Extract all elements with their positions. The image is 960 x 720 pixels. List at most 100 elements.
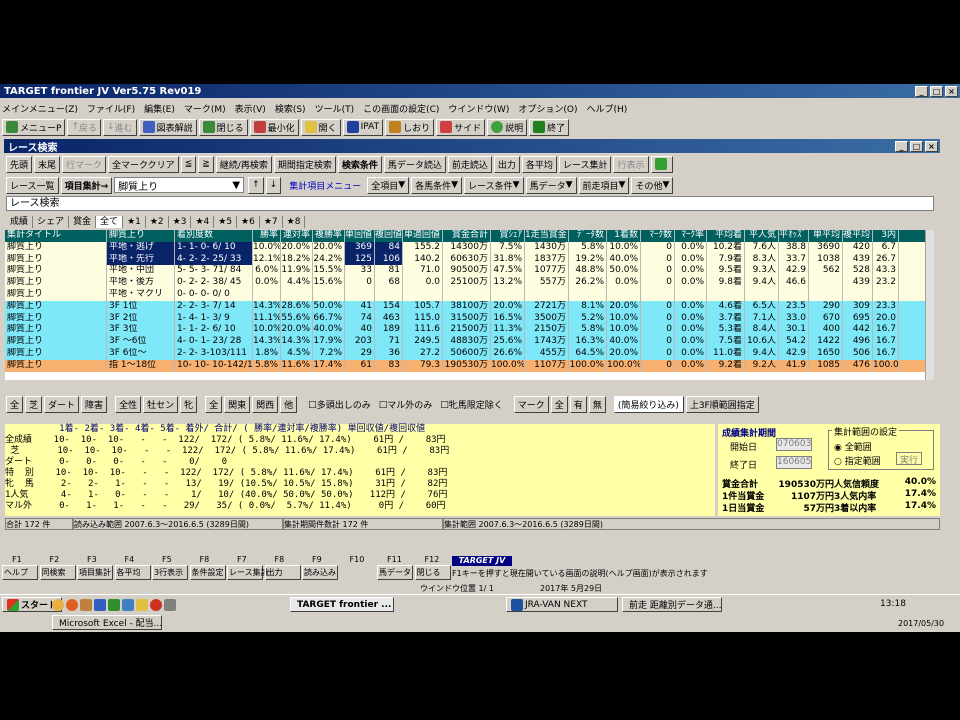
- toolbar-bookmark-button[interactable]: しおり: [385, 118, 435, 136]
- fkey-button[interactable]: レース集計: [227, 565, 269, 580]
- task-prev-race-data[interactable]: 前走 距離別データ通...: [622, 597, 722, 612]
- maximize-icon[interactable]: □: [930, 85, 943, 97]
- sub-maximize-icon[interactable]: □: [910, 140, 923, 152]
- race-total-button[interactable]: レース集計: [558, 155, 612, 173]
- explorer-icon[interactable]: [122, 599, 134, 611]
- next-button[interactable]: ≧: [198, 155, 214, 173]
- table-row[interactable]: 脚質上り 3F 6位～ 2- 2- 3-103/111 1.8% 4.5% 7.2% 29 3…: [5, 347, 933, 360]
- averages-button[interactable]: 各平均: [521, 155, 557, 173]
- item-total-button[interactable]: 項目集計→: [60, 176, 113, 194]
- table-row[interactable]: 脚質上り 平地・逃げ 1- 1- 0- 6/ 10 10.0% 20.0% 20.0% 36…: [5, 241, 933, 254]
- clear-marks-button[interactable]: 全マーククリア: [108, 155, 179, 173]
- tab-star4[interactable]: ★4: [191, 215, 215, 228]
- tab-star3[interactable]: ★3: [169, 215, 192, 228]
- item-select[interactable]: 脚質上り ▼: [114, 177, 245, 193]
- toolbar-back-button[interactable]: ↑ 戻る: [67, 118, 101, 136]
- tab-share[interactable]: シェア: [33, 215, 70, 228]
- fkey-button[interactable]: 条件設定: [189, 565, 226, 580]
- menu-file[interactable]: ファイル(F): [87, 102, 135, 115]
- mark-yes[interactable]: 有: [569, 396, 587, 413]
- toolbar-side-button[interactable]: サイド: [436, 118, 486, 136]
- toolbar-open-button[interactable]: 開く: [300, 118, 341, 136]
- fkey-button[interactable]: 3行表示: [152, 565, 188, 580]
- fkey-button[interactable]: 項目集計: [77, 565, 113, 580]
- period-search-button[interactable]: 期間指定検索: [273, 155, 336, 173]
- dropdown-other[interactable]: その他 ▼: [631, 176, 674, 194]
- row-mark-button[interactable]: 行マーク: [62, 155, 107, 173]
- table-row[interactable]: 脚質上り 平地・先行 4- 2- 2- 25/ 33 12.1% 18.2% 24.2% 1…: [5, 253, 933, 266]
- grid-header[interactable]: 集計タイトル 脚質上り 着別度数 勝率 連対率 複勝率 単回値 複回値 単適回値 賞金合計 賞ｼｪｱ…: [5, 230, 933, 242]
- fkey-button[interactable]: 閉じる: [414, 565, 451, 580]
- table-row[interactable]: 脚質上り 平地・マクリ 0- 0- 0- 0/ 0: [5, 288, 933, 301]
- filter-all-region[interactable]: 全: [205, 396, 223, 413]
- last3f-range-button[interactable]: 上3F順範囲指定: [685, 396, 759, 413]
- task-jra-van[interactable]: JRA-VAN NEXT: [506, 597, 618, 612]
- menu-option[interactable]: オプション(O): [518, 102, 577, 115]
- table-row[interactable]: 脚質上り 平地・後方 0- 2- 2- 38/ 45 0.0% 4.4% 15.6% 0 68…: [5, 277, 933, 289]
- execute-button[interactable]: 実行: [896, 452, 922, 466]
- fkey-button[interactable]: 同検索: [39, 565, 76, 580]
- toolbar-minimize-button[interactable]: 最小化: [249, 118, 299, 136]
- tab-star2[interactable]: ★2: [146, 215, 169, 228]
- filter-colt[interactable]: 牡セン: [143, 396, 179, 413]
- minimize-icon[interactable]: _: [915, 85, 928, 97]
- fkey-button[interactable]: 出力: [264, 565, 301, 580]
- toolbar-exit-button[interactable]: 終了: [529, 118, 570, 136]
- total-item-menu-link[interactable]: 集計項目メニュー: [289, 179, 361, 192]
- horse-data-load-button[interactable]: 馬データ読込: [383, 155, 446, 173]
- race-list-button[interactable]: レース一覧: [6, 176, 59, 194]
- dropdown-horse-conditions[interactable]: 各馬条件 ▼: [411, 176, 463, 194]
- mark-all[interactable]: 全: [550, 396, 568, 413]
- fkey-button[interactable]: 読み込み: [302, 565, 338, 580]
- end-date-field[interactable]: 160605: [776, 456, 812, 469]
- task-excel[interactable]: Microsoft Excel - 配当...: [52, 615, 162, 630]
- grid-icon-button[interactable]: [650, 155, 673, 173]
- start-date-field[interactable]: 070603: [776, 438, 812, 451]
- close-icon[interactable]: ×: [945, 85, 958, 97]
- check-multi-entry[interactable]: □ 多頭出しのみ: [305, 396, 374, 413]
- dropdown-prev-race[interactable]: 前走項目 ▼: [578, 176, 630, 194]
- sub-minimize-icon[interactable]: _: [895, 140, 908, 152]
- previous-race-load-button[interactable]: 前走読込: [447, 155, 492, 173]
- firefox-icon[interactable]: [66, 599, 78, 611]
- table-row[interactable]: 脚質上り 3F 3位 1- 1- 2- 6/ 10 10.0% 20.0% 40.0% 40…: [5, 324, 933, 337]
- toolbar-menu-button[interactable]: メニューP: [2, 118, 66, 136]
- folder-icon[interactable]: [136, 599, 148, 611]
- toolbar-chart-button[interactable]: 図表解説: [138, 118, 197, 136]
- continue-search-button[interactable]: 継続/再検索: [215, 155, 272, 173]
- first-button[interactable]: 先頭: [6, 155, 33, 173]
- filter-kansai[interactable]: 関西: [252, 396, 279, 413]
- fkey-button[interactable]: 各平均: [114, 565, 151, 580]
- tab-star6[interactable]: ★6: [237, 215, 260, 228]
- tab-star5[interactable]: ★5: [214, 215, 238, 228]
- menu-help[interactable]: ヘルプ(H): [586, 102, 627, 115]
- menu-main[interactable]: メインメニュー(Z): [2, 102, 78, 115]
- check-foreign-only[interactable]: □ マル外のみ: [376, 396, 436, 413]
- toolbar-ipat-button[interactable]: IPAT: [342, 118, 384, 136]
- filter-other[interactable]: 他: [280, 396, 298, 413]
- simple-filter-select[interactable]: (簡易絞り込み): [613, 396, 684, 413]
- dropdown-all-items[interactable]: 全項目 ▼: [367, 176, 410, 194]
- filter-kanto[interactable]: 関東: [224, 396, 251, 413]
- desktop-icon[interactable]: [164, 599, 176, 611]
- sub-close-icon[interactable]: ×: [925, 140, 938, 152]
- last-button[interactable]: 末尾: [34, 155, 61, 173]
- search-conditions-button[interactable]: 検索条件: [337, 155, 382, 173]
- grid-scrollbar[interactable]: [925, 230, 934, 380]
- filter-all-track[interactable]: 全: [6, 396, 24, 413]
- menu-edit[interactable]: 編集(E): [144, 102, 175, 115]
- tab-results[interactable]: 成績: [6, 215, 34, 228]
- toolbar-explain-button[interactable]: 説明: [487, 118, 528, 136]
- toolbar-forward-button[interactable]: ↓ 進む: [103, 118, 137, 136]
- toolbar-close-button[interactable]: 閉じる: [198, 118, 248, 136]
- menu-screen-settings[interactable]: この画面の設定(C): [363, 102, 439, 115]
- table-row[interactable]: 脚質上り 3F 1位 2- 2- 3- 7/ 14 14.3% 28.6% 50.0% 41…: [5, 300, 933, 313]
- chrome-icon[interactable]: [150, 599, 162, 611]
- mark-no[interactable]: 無: [588, 396, 606, 413]
- row-display-button[interactable]: 行表示: [613, 155, 649, 173]
- app-icon[interactable]: [80, 599, 92, 611]
- menu-window[interactable]: ウインドウ(W): [448, 102, 509, 115]
- output-button[interactable]: 出力: [493, 155, 520, 173]
- search-title-field[interactable]: レース検索: [6, 196, 934, 211]
- filter-mark[interactable]: マーク: [513, 396, 549, 413]
